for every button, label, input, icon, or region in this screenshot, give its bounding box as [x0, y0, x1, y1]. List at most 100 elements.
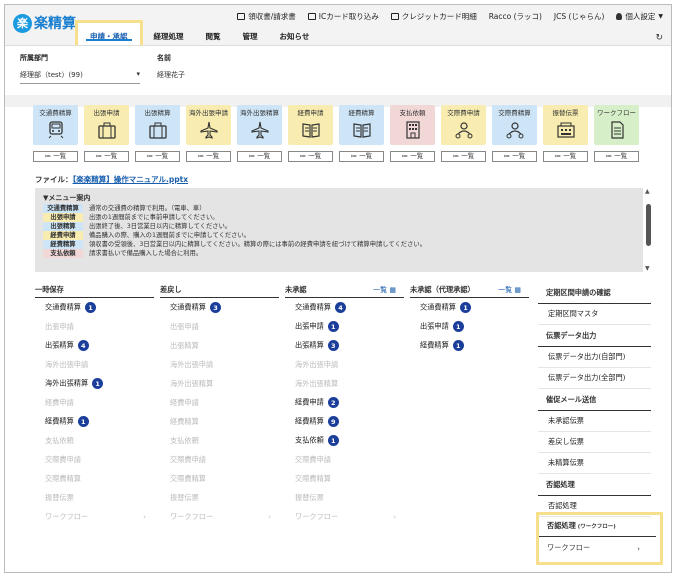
app-card-tile[interactable]: 海外出張申請	[186, 105, 231, 145]
receipt-icon	[237, 13, 246, 20]
ic-card-link[interactable]: ICカード取り込み	[307, 11, 379, 22]
tab-apply-approve[interactable]: 申請・承認	[75, 20, 143, 45]
app-card-tile[interactable]: ワークフロー	[594, 105, 639, 145]
list-button[interactable]: ≔ 一覧	[594, 151, 639, 162]
status-item: 出張申請	[45, 321, 74, 331]
status-item[interactable]: 経費精算 9	[285, 412, 410, 431]
credit-card-link[interactable]: クレジットカード明細	[390, 11, 477, 22]
status-item: 海外出張申請	[170, 359, 214, 369]
right-link[interactable]: 伝票データ出力(全部門)	[538, 368, 651, 389]
app-card-tile[interactable]: 交際費申請	[441, 105, 486, 145]
count-badge: 1	[452, 321, 464, 332]
manual-file: ファイル：【楽楽精算】操作マニュアル.pptx	[35, 175, 189, 184]
right-link[interactable]: 未承認伝票	[538, 411, 651, 432]
plane-icon	[250, 121, 270, 139]
status-item[interactable]: 出張申請 1	[285, 317, 410, 336]
menu-guide-tag: 経費申請	[43, 231, 83, 240]
app-card-tile[interactable]: 振替伝票	[543, 105, 588, 145]
app-card-tile[interactable]: 海外出張精算	[237, 105, 282, 145]
status-item[interactable]: 経費精算 1	[410, 336, 535, 355]
list-button[interactable]: ≔ 一覧	[492, 151, 537, 162]
list-button[interactable]: ≔ 一覧	[237, 151, 282, 162]
list-link[interactable]: 一覧 ▦	[498, 285, 521, 295]
app-card-tile[interactable]: 交際費精算	[492, 105, 537, 145]
app-card-tile[interactable]: 経費申請	[288, 105, 333, 145]
status-item[interactable]: 交通費精算 1	[410, 298, 535, 317]
status-item: 交際費精算	[45, 473, 81, 483]
register-icon	[556, 121, 576, 139]
tab-news[interactable]: お知らせ	[269, 26, 321, 48]
app-card-tile[interactable]: 交通費精算	[33, 105, 78, 145]
status-item[interactable]: 経費申請 2	[285, 393, 410, 412]
status-item: 交際費精算	[295, 473, 331, 483]
list-button[interactable]: ≔ 一覧	[186, 151, 231, 162]
right-link[interactable]: 定期区間マスタ	[538, 304, 651, 325]
app-card-label: 海外出張申請	[189, 109, 228, 117]
app-card-tile[interactable]: 支払依頼	[390, 105, 435, 145]
refresh-icon[interactable]: ↻	[655, 33, 663, 43]
status-item[interactable]: 出張精算 3	[285, 336, 410, 355]
right-panel: 定期区間申請の確認 定期区間マスタ 伝票データ出力 伝票データ出力(自部門) 伝票データ…	[538, 282, 651, 517]
status-item[interactable]: 経費精算 1	[35, 412, 160, 431]
list-button[interactable]: ≔ 一覧	[390, 151, 435, 162]
app-card-tile[interactable]: 出張精算	[135, 105, 180, 145]
tab-browse[interactable]: 閲覧	[195, 26, 232, 48]
app-card-label: 交際費精算	[498, 109, 531, 117]
receipt-link[interactable]: 領収書/請求書	[237, 11, 296, 22]
tab-accounting[interactable]: 経理処理	[143, 26, 195, 48]
scroll-down-icon[interactable]: ▼	[645, 265, 650, 272]
department-select[interactable]: 経理部（test）(99) ▾	[20, 70, 140, 84]
app-card-label: ワークフロー	[597, 109, 636, 117]
name-label: 名前	[157, 54, 171, 62]
status-item[interactable]: 交通費精算 1	[35, 298, 160, 317]
personal-settings-menu[interactable]: 個人設定 ▼	[616, 11, 663, 22]
list-button[interactable]: ≔ 一覧	[84, 151, 129, 162]
status-item[interactable]: 出張申請 1	[410, 317, 535, 336]
bag-icon	[97, 121, 117, 139]
tab-admin[interactable]: 管理	[232, 26, 269, 48]
count-badge: 1	[84, 302, 96, 313]
right-link[interactable]: 伝票データ出力(自部門)	[538, 347, 651, 368]
status-item: 出張精算	[170, 340, 199, 350]
status-item[interactable]: 交通費精算 3	[160, 298, 285, 317]
right-section-heading: 催促メール送信	[538, 389, 651, 411]
status-item[interactable]: 海外出張精算 1	[35, 374, 160, 393]
right-link[interactable]: 未精算伝票	[538, 453, 651, 474]
chevron-right-icon: ›	[393, 512, 396, 521]
count-badge: 2	[327, 397, 339, 408]
status-item[interactable]: 支払依頼 1	[285, 431, 410, 450]
people-icon	[454, 121, 474, 139]
manual-link[interactable]: 【楽楽精算】操作マニュアル.pptx	[73, 175, 189, 184]
book-icon	[301, 121, 321, 139]
scroll-thumb[interactable]	[646, 204, 651, 246]
department-field: 所属部門 経理部（test）(99) ▾	[20, 53, 140, 84]
list-button[interactable]: ≔ 一覧	[33, 151, 78, 162]
scrollbar[interactable]: ▲ ▼	[645, 188, 653, 272]
list-button[interactable]: ≔ 一覧	[543, 151, 588, 162]
status-item[interactable]: 交通費精算 4	[285, 298, 410, 317]
workflow-denial-link[interactable]: ワークフロー ›	[539, 537, 660, 559]
list-button[interactable]: ≔ 一覧	[135, 151, 180, 162]
status-column: 一時保存 交通費精算 1 出張申請 出張精算 4 海外出張申請 海外出張精算 1 経費申請 経費精算…	[35, 282, 160, 526]
menu-guide-tag: 出張申請	[43, 213, 83, 222]
column-header: 未承認 一覧 ▦	[285, 282, 404, 298]
chevron-right-icon: ›	[268, 512, 271, 521]
bag-icon	[148, 121, 168, 139]
list-button[interactable]: ≔ 一覧	[441, 151, 486, 162]
list-link[interactable]: 一覧 ▦	[373, 285, 396, 295]
header: 楽 楽精算 領収書/請求書 ICカード取り込み クレジットカード明細 Racco…	[5, 5, 671, 46]
app-card: 交際費申請 ≔ 一覧	[441, 105, 486, 162]
app-card-tile[interactable]: 出張申請	[84, 105, 129, 145]
racco-link[interactable]: Racco (ラッコ)	[489, 11, 542, 22]
scroll-up-icon[interactable]: ▲	[645, 188, 650, 195]
list-button[interactable]: ≔ 一覧	[339, 151, 384, 162]
list-button[interactable]: ≔ 一覧	[288, 151, 333, 162]
status-item[interactable]: 出張精算 4	[35, 336, 160, 355]
right-link[interactable]: 差戻し伝票	[538, 432, 651, 453]
app-card: 経費申請 ≔ 一覧	[288, 105, 333, 162]
plane-icon	[199, 121, 219, 139]
jcs-link[interactable]: JCS (じゃらん)	[554, 11, 604, 22]
app-card-tile[interactable]: 経費精算	[339, 105, 384, 145]
menu-guide-row: 交通費精算 通常の交通費の精算で利用。（電車、車）	[43, 204, 635, 213]
logo[interactable]: 楽 楽精算	[13, 13, 76, 33]
